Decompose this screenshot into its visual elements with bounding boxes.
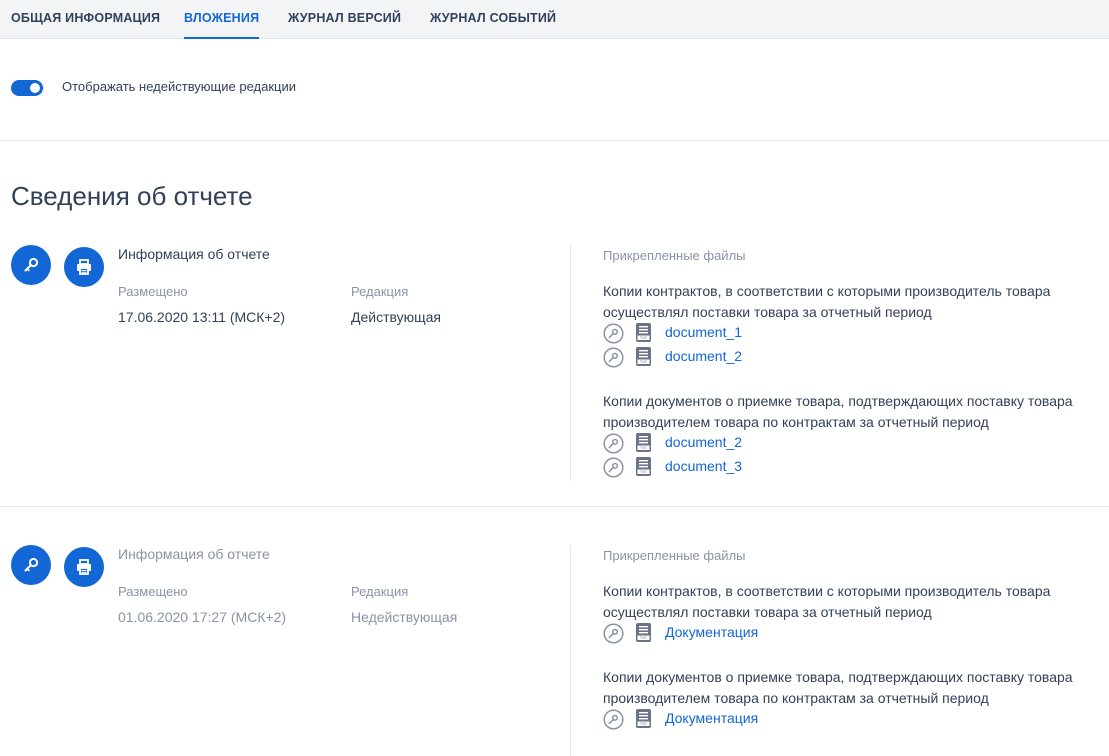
file-row: TXT document_1 xyxy=(603,322,903,346)
edition-label: Редакция xyxy=(351,584,409,599)
signature-icon[interactable] xyxy=(603,623,624,644)
edition-value: Действующая xyxy=(351,309,442,325)
tab-version-log[interactable]: ЖУРНАЛ ВЕРСИЙ xyxy=(288,0,401,39)
txt-file-icon[interactable]: TXT xyxy=(634,622,654,643)
svg-text:TXT: TXT xyxy=(640,336,648,340)
tab-general-info[interactable]: ОБЩАЯ ИНФОРМАЦИЯ xyxy=(11,0,160,39)
placed-value: 01.06.2020 17:27 (МСК+2) xyxy=(118,609,287,625)
report-block: Информация об отчете Размещено 17.06.202… xyxy=(0,245,1109,485)
printer-icon xyxy=(77,559,91,575)
file-group-description: Копии документов о приемке товара, подтв… xyxy=(603,669,1073,706)
file-row: TXT Документация xyxy=(603,708,903,732)
tab-attachments[interactable]: ВЛОЖЕНИЯ xyxy=(184,0,260,39)
svg-text:TXT: TXT xyxy=(640,360,648,364)
attached-files-title: Прикрепленные файлы xyxy=(603,248,746,263)
txt-file-icon[interactable]: TXT xyxy=(634,456,654,477)
file-link[interactable]: document_2 xyxy=(665,434,742,450)
svg-text:TXT: TXT xyxy=(640,446,648,450)
file-row: TXT document_2 xyxy=(603,346,903,370)
column-divider xyxy=(570,545,571,756)
file-link[interactable]: document_1 xyxy=(665,324,742,340)
file-group-description: Копии документов о приемке товара, подтв… xyxy=(603,393,1073,430)
signature-icon[interactable] xyxy=(603,433,624,454)
signature-button[interactable] xyxy=(11,545,51,585)
file-link[interactable]: document_3 xyxy=(665,458,742,474)
txt-file-icon[interactable]: TXT xyxy=(634,346,654,367)
file-group-description: Копии контрактов, в соответствии с котор… xyxy=(603,583,1051,620)
signature-button[interactable] xyxy=(11,245,51,285)
signature-icon[interactable] xyxy=(603,457,624,478)
file-group-description: Копии контрактов, в соответствии с котор… xyxy=(603,283,1051,320)
signature-icon[interactable] xyxy=(603,347,624,368)
edition-label: Редакция xyxy=(351,284,409,299)
page-title: Сведения об отчете xyxy=(11,181,253,211)
divider xyxy=(0,506,1109,507)
placed-label: Размещено xyxy=(118,584,188,599)
txt-file-icon[interactable]: TXT xyxy=(634,322,654,343)
file-link[interactable]: Документация xyxy=(665,710,758,726)
report-block: Информация об отчете Размещено 01.06.202… xyxy=(0,545,1109,756)
file-row: TXT document_3 xyxy=(603,456,903,480)
txt-file-icon[interactable]: TXT xyxy=(634,708,654,729)
column-divider xyxy=(570,245,571,481)
file-link[interactable]: document_2 xyxy=(665,348,742,364)
show-inactive-editions-toggle[interactable] xyxy=(11,80,43,96)
file-row: TXT document_2 xyxy=(603,432,903,456)
print-button[interactable] xyxy=(64,547,104,587)
edition-value: Недействующая xyxy=(351,609,458,625)
svg-text:TXT: TXT xyxy=(640,470,648,474)
txt-file-icon[interactable]: TXT xyxy=(634,432,654,453)
key-icon xyxy=(24,257,39,272)
tab-event-log[interactable]: ЖУРНАЛ СОБЫТИЙ xyxy=(430,0,556,39)
toggle-knob xyxy=(30,83,40,93)
signature-icon[interactable] xyxy=(603,323,624,344)
report-info-title: Информация об отчете xyxy=(118,246,270,262)
printer-icon xyxy=(77,259,91,275)
svg-text:TXT: TXT xyxy=(640,636,648,640)
key-icon xyxy=(24,557,39,572)
signature-icon[interactable] xyxy=(603,709,624,730)
file-row: TXT Документация xyxy=(603,622,903,646)
report-info-title: Информация об отчете xyxy=(118,546,270,562)
divider xyxy=(0,140,1109,141)
print-button[interactable] xyxy=(64,247,104,287)
placed-value: 17.06.2020 13:11 (МСК+2) xyxy=(118,309,286,325)
svg-text:TXT: TXT xyxy=(640,722,648,726)
placed-label: Размещено xyxy=(118,284,188,299)
file-link[interactable]: Документация xyxy=(665,624,758,640)
toggle-label: Отображать недействующие редакции xyxy=(62,79,297,94)
tab-bar: ОБЩАЯ ИНФОРМАЦИЯ ВЛОЖЕНИЯ ЖУРНАЛ ВЕРСИЙ … xyxy=(0,0,1109,39)
attached-files-title: Прикрепленные файлы xyxy=(603,548,746,563)
